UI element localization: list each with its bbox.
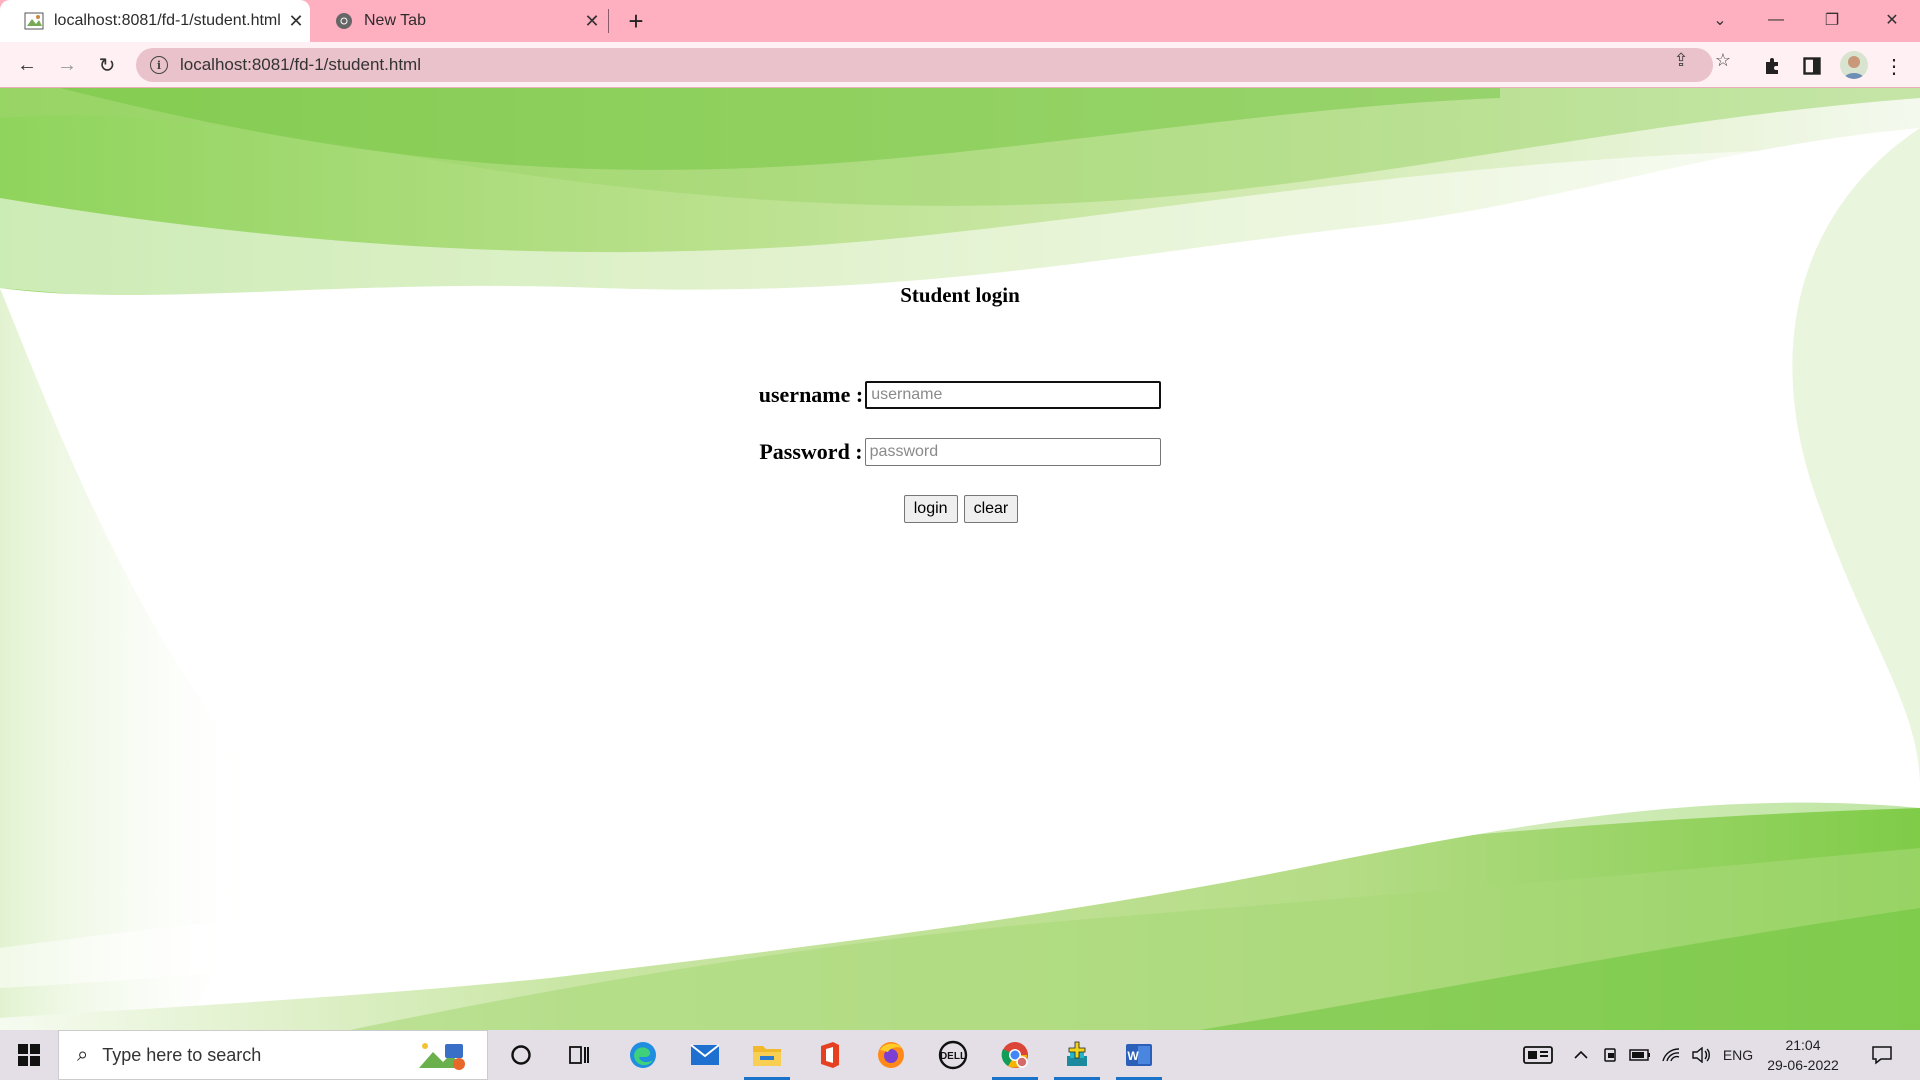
windows-taskbar: ⌕ Type here to search DELL W ENG 21:04 2… — [0, 1030, 1920, 1080]
reload-button[interactable]: ↻ — [90, 48, 124, 82]
page-favicon-icon — [24, 11, 44, 31]
chrome-taskbar-icon[interactable] — [988, 1030, 1042, 1080]
tab-label: New Tab — [364, 12, 426, 29]
new-tab-button[interactable]: + — [620, 4, 652, 38]
office-icon[interactable] — [802, 1030, 856, 1080]
input-language[interactable]: ENG — [1718, 1030, 1758, 1080]
tab-close-icon[interactable]: ✕ — [578, 11, 606, 32]
site-info-icon[interactable]: i — [150, 56, 168, 74]
word-icon[interactable]: W — [1112, 1030, 1166, 1080]
clock-date: 29-06-2022 — [1767, 1057, 1839, 1073]
address-bar[interactable]: i localhost:8081/fd-1/student.html — [136, 48, 1713, 82]
volume-icon[interactable] — [1688, 1030, 1714, 1080]
svg-text:DELL: DELL — [940, 1051, 966, 1062]
username-label: username : — [758, 382, 864, 407]
minimize-button[interactable]: — — [1748, 0, 1804, 40]
show-hidden-icons-icon[interactable] — [1568, 1030, 1594, 1080]
cortana-icon[interactable] — [494, 1030, 548, 1080]
tab-new-tab[interactable]: New Tab ✕ — [310, 0, 606, 42]
meet-now-icon[interactable] — [1598, 1030, 1624, 1080]
dell-icon[interactable]: DELL — [926, 1030, 980, 1080]
search-highlight-icon — [415, 1040, 471, 1077]
forward-button[interactable]: → — [50, 48, 84, 82]
battery-icon[interactable] — [1626, 1030, 1654, 1080]
tab-search-icon[interactable]: ⌄ — [1692, 0, 1748, 40]
extensions-icon[interactable] — [1760, 54, 1784, 78]
share-icon[interactable]: ⇪ — [1670, 49, 1692, 71]
browser-tab-bar: localhost:8081/fd-1/student.html ✕ New T… — [0, 0, 1920, 42]
wifi-icon[interactable] — [1658, 1030, 1684, 1080]
close-window-button[interactable]: ✕ — [1864, 0, 1920, 40]
svg-text:W: W — [1127, 1049, 1139, 1063]
taskbar-search-box[interactable]: ⌕ Type here to search — [58, 1030, 488, 1080]
username-input[interactable] — [865, 381, 1162, 409]
tab-label: localhost:8081/fd-1/student.html — [54, 12, 281, 29]
file-explorer-icon[interactable] — [740, 1030, 794, 1080]
chrome-icon — [334, 11, 354, 31]
search-icon: ⌕ — [77, 1043, 89, 1066]
firefox-icon[interactable] — [864, 1030, 918, 1080]
password-row: Password : — [0, 438, 1920, 466]
browser-toolbar: ← → ↻ i localhost:8081/fd-1/student.html… — [0, 42, 1920, 88]
address-url: localhost:8081/fd-1/student.html — [180, 55, 421, 74]
password-label: Password : — [759, 439, 863, 464]
browser-menu-icon[interactable]: ⋮ — [1882, 54, 1906, 78]
news-widget-icon[interactable] — [1518, 1030, 1558, 1080]
profile-avatar[interactable] — [1840, 51, 1868, 79]
windows-logo-icon — [18, 1044, 40, 1066]
edge-icon[interactable] — [616, 1030, 670, 1080]
tab-close-icon[interactable]: ✕ — [282, 11, 310, 32]
restore-button[interactable]: ❐ — [1804, 0, 1860, 40]
back-button[interactable]: ← — [10, 48, 44, 82]
windows-start-button[interactable] — [0, 1030, 58, 1080]
task-view-icon[interactable] — [552, 1030, 606, 1080]
taskbar-clock[interactable]: 21:04 29-06-2022 — [1760, 1030, 1846, 1080]
app-installer-icon[interactable] — [1050, 1030, 1104, 1080]
clear-button[interactable]: clear — [963, 495, 1019, 523]
green-wave-background — [0, 88, 1920, 1030]
clock-time: 21:04 — [1785, 1037, 1821, 1053]
notifications-icon[interactable] — [1862, 1030, 1902, 1080]
username-row: username : — [0, 381, 1920, 409]
side-panel-icon[interactable] — [1800, 54, 1824, 78]
login-button[interactable]: login — [903, 495, 958, 523]
search-placeholder: Type here to search — [102, 1044, 262, 1065]
page-viewport: Student login username : Password : logi… — [0, 88, 1920, 1030]
password-input[interactable] — [864, 438, 1161, 466]
tab-divider — [608, 9, 609, 33]
tab-student-login[interactable]: localhost:8081/fd-1/student.html ✕ — [0, 0, 310, 42]
page-title: Student login — [900, 283, 1020, 307]
mail-icon[interactable] — [678, 1030, 732, 1080]
form-buttons: login clear — [0, 495, 1920, 523]
bookmark-star-icon[interactable]: ☆ — [1712, 49, 1734, 71]
